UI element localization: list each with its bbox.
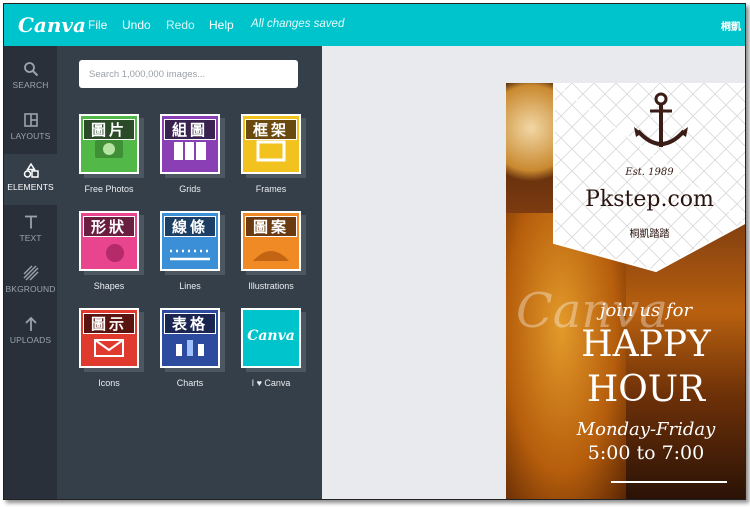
app-window: Canva File Undo Redo Help All changes sa… (3, 3, 746, 500)
tile-shapes[interactable]: 形狀 (79, 211, 144, 275)
rail-layouts-label: LAYOUTS (10, 131, 51, 141)
poster-happy[interactable]: HAPPY (551, 324, 741, 365)
rail-elements-label: ELEMENTS (7, 182, 54, 192)
tile-frames-label: Frames (255, 184, 287, 194)
rail-text-label: TEXT (19, 233, 42, 243)
poster-join[interactable]: join us for (551, 300, 741, 321)
tile-i-love-canva-label: I ♥ Canva (251, 378, 291, 388)
canva-logo-small: Canva (247, 328, 295, 344)
tile-i-love-canva[interactable]: Canva (241, 308, 306, 372)
layouts-icon (23, 113, 38, 127)
poster-hour[interactable]: HOUR (551, 369, 741, 410)
canva-logo[interactable]: Canva (18, 13, 86, 37)
tile-illustrations-label: Illustrations (248, 281, 294, 291)
poster-time[interactable]: 5:00 to 7:00 (551, 442, 741, 464)
rail-search[interactable]: SEARCH (4, 52, 57, 103)
tile-icons-overlay: 圖示 (83, 313, 135, 334)
image-search-input[interactable] (79, 60, 298, 88)
tile-lines-overlay: 線條 (164, 216, 216, 237)
rail-uploads[interactable]: UPLOADS (4, 307, 57, 358)
tile-i-love-canva-image: Canva (241, 308, 301, 368)
poster-days[interactable]: Monday-Friday (551, 419, 741, 440)
tile-illustrations[interactable]: 圖案 (241, 211, 306, 275)
elements-panel: 圖片 Free Photos 組圖 Grids 框架 Frames 形狀 (57, 46, 322, 499)
tile-shapes-overlay: 形狀 (83, 216, 135, 237)
upload-icon (24, 316, 37, 331)
poster-brand-cn[interactable]: 桐凱踏踏 (554, 225, 745, 240)
menu-help[interactable]: Help (209, 18, 234, 32)
elements-icon (23, 163, 39, 178)
background-icon (23, 265, 38, 281)
poster-divider (611, 481, 727, 483)
menu-undo[interactable]: Undo (122, 18, 151, 32)
anchor-icon (634, 92, 688, 147)
tile-frames-overlay: 框架 (245, 119, 297, 140)
tile-illustrations-overlay: 圖案 (245, 216, 297, 237)
side-rail: SEARCH LAYOUTS ELEMENTS TEXT BKGROUND UP… (4, 46, 57, 499)
text-icon (24, 215, 37, 229)
user-name[interactable]: 桐凱 (721, 18, 741, 33)
rail-uploads-label: UPLOADS (9, 335, 52, 345)
poster-brand[interactable]: Pkstep.com (554, 187, 745, 212)
rail-background[interactable]: BKGROUND (4, 256, 57, 307)
tile-grids[interactable]: 組圖 (160, 114, 225, 178)
tile-free-photos-overlay: 圖片 (83, 119, 135, 140)
design-canvas-area: Est. 1989 Pkstep.com 桐凱踏踏 Canva join us … (322, 46, 745, 499)
search-icon (23, 62, 38, 77)
tile-charts-overlay: 表格 (164, 313, 216, 334)
menu-file[interactable]: File (88, 18, 107, 32)
menu-redo[interactable]: Redo (166, 18, 195, 32)
poster-est[interactable]: Est. 1989 (554, 167, 745, 178)
tile-frames[interactable]: 框架 (241, 114, 306, 178)
poster-design[interactable]: Est. 1989 Pkstep.com 桐凱踏踏 Canva join us … (506, 83, 745, 499)
tile-free-photos[interactable]: 圖片 (79, 114, 144, 178)
rail-layouts[interactable]: LAYOUTS (4, 103, 57, 154)
rail-background-label: BKGROUND (5, 284, 56, 294)
save-status: All changes saved (251, 18, 345, 30)
rail-search-label: SEARCH (12, 80, 49, 90)
tile-grids-overlay: 組圖 (164, 119, 216, 140)
tile-charts[interactable]: 表格 (160, 308, 225, 372)
tile-lines[interactable]: 線條 (160, 211, 225, 275)
rail-text[interactable]: TEXT (4, 205, 57, 256)
tile-icons[interactable]: 圖示 (79, 308, 144, 372)
rail-elements[interactable]: ELEMENTS (4, 154, 57, 205)
top-bar: Canva File Undo Redo Help All changes sa… (4, 4, 745, 46)
